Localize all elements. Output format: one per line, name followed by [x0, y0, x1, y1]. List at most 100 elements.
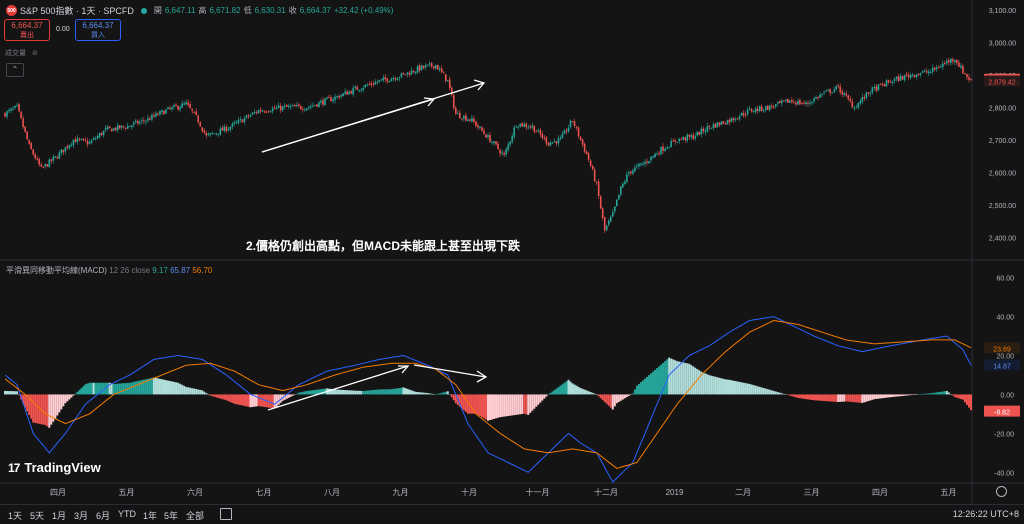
range-1d[interactable]: 1天 — [8, 509, 22, 522]
range-3m[interactable]: 3月 — [74, 509, 88, 522]
gear-icon[interactable] — [996, 486, 1007, 497]
histogram-bar — [122, 383, 125, 395]
range-1m[interactable]: 1月 — [52, 509, 66, 522]
candle-body — [579, 136, 582, 140]
histogram-bar — [899, 394, 902, 397]
histogram-bar — [112, 383, 115, 395]
candle-body — [386, 78, 389, 82]
histogram-bar — [334, 389, 337, 395]
macd-axis[interactable]: 60.00 40.00 20.00 0.00 -20.00 -40.00 — [994, 276, 1014, 478]
histogram-bar — [380, 389, 383, 395]
histogram-bar — [961, 394, 964, 400]
candle-body — [330, 97, 332, 102]
candle-body — [205, 132, 208, 136]
candle-body — [418, 65, 421, 71]
histogram-bar — [396, 388, 399, 395]
candle-body — [575, 126, 578, 128]
collapse-legend-button[interactable]: ⌃ — [6, 63, 24, 77]
candle-body — [74, 139, 77, 143]
candle-body — [861, 97, 864, 102]
histogram-bar — [796, 394, 799, 398]
candle-body — [732, 118, 735, 121]
price-candles — [4, 57, 972, 234]
histogram-bar — [945, 390, 948, 395]
histogram-bar — [366, 390, 369, 395]
candle-body — [591, 165, 594, 170]
histogram-bar — [742, 382, 745, 395]
histogram-bar — [730, 380, 733, 395]
histogram-bar — [881, 394, 884, 399]
candle-body — [587, 153, 590, 160]
range-1y[interactable]: 1年 — [143, 509, 157, 522]
histogram-bar — [670, 358, 673, 395]
histogram-bar — [627, 394, 630, 396]
time-axis[interactable]: 四月 五月 六月 七月 八月 九月 十月 十一月 十二月 2019 二月 三月 四月 五月 — [50, 487, 957, 497]
histogram-bar — [883, 394, 886, 398]
histogram-bar — [519, 394, 522, 415]
candle-body — [126, 125, 129, 129]
candle-body — [477, 125, 479, 128]
histogram-bar — [309, 390, 312, 395]
candle-body — [670, 140, 672, 148]
range-5d[interactable]: 5天 — [30, 509, 44, 522]
histogram-bar — [523, 394, 526, 414]
histogram-bar — [827, 394, 830, 402]
histogram-bar — [446, 391, 449, 395]
volume-legend[interactable]: 成交量 ⊘ — [5, 48, 38, 58]
candle-body — [652, 156, 654, 158]
candle-body — [257, 110, 260, 114]
candle-body — [656, 153, 658, 155]
price-axis[interactable]: 3,100.003,000.002,900.002,800.002,700.00… — [989, 8, 1016, 243]
candle-body — [344, 91, 346, 94]
histogram-bar — [148, 378, 151, 395]
macd-legend[interactable]: 平滑異同移動平均線(MACD) 12 26 close 9.17 65.87 5… — [6, 265, 212, 276]
histogram-bar — [66, 394, 69, 402]
range-ytd[interactable]: YTD — [118, 509, 136, 519]
range-5y[interactable]: 5年 — [164, 509, 178, 522]
histogram-bar — [933, 392, 936, 395]
histogram-bar — [136, 381, 139, 395]
histogram-bar — [402, 387, 405, 395]
histogram-bar — [167, 380, 170, 395]
histogram-bar — [808, 394, 811, 400]
candle-body — [143, 120, 145, 122]
time-tick: 七月 — [256, 488, 272, 497]
histogram-bar — [511, 394, 514, 416]
candle-body — [690, 135, 693, 137]
candle-body — [289, 106, 292, 108]
candle-body — [171, 107, 173, 110]
histogram-bar — [62, 394, 65, 407]
calendar-icon[interactable] — [220, 508, 232, 520]
histogram-bar — [641, 380, 644, 395]
candle-body — [833, 89, 835, 92]
candle-body — [139, 121, 141, 124]
candle-body — [954, 60, 956, 63]
candle-body — [370, 83, 373, 85]
range-all[interactable]: 全部 — [186, 509, 204, 522]
candle-body — [881, 83, 884, 85]
eye-off-icon[interactable]: ⊘ — [32, 49, 38, 57]
histogram-bar — [650, 373, 653, 395]
time-tick: 十一月 — [526, 487, 550, 497]
candle-body — [446, 80, 449, 82]
candle-body — [378, 80, 381, 82]
candle-body — [781, 100, 783, 104]
candle-body — [334, 96, 336, 101]
histogram-bar — [6, 390, 9, 395]
histogram-bar — [702, 372, 705, 395]
histogram-bar — [629, 394, 632, 395]
candle-body — [56, 157, 59, 159]
symbol-title[interactable]: S&P 500指數 · 1天 · SPCFD — [20, 4, 134, 17]
sell-button[interactable]: 6,664.37 賣出 — [4, 19, 50, 41]
histogram-bar — [46, 394, 49, 427]
histogram-bar — [716, 377, 719, 395]
range-6m[interactable]: 6月 — [96, 509, 110, 522]
candle-body — [799, 100, 801, 105]
histogram-bar — [941, 391, 944, 395]
histogram-bar — [599, 394, 602, 399]
tradingview-logo[interactable]: 17 TradingView — [8, 460, 101, 475]
clock-time[interactable]: 12:26:22 UTC+8 — [953, 509, 1019, 519]
buy-button[interactable]: 6,664.37 買入 — [75, 19, 121, 41]
histogram-bar — [154, 377, 157, 395]
candle-body — [905, 73, 908, 76]
